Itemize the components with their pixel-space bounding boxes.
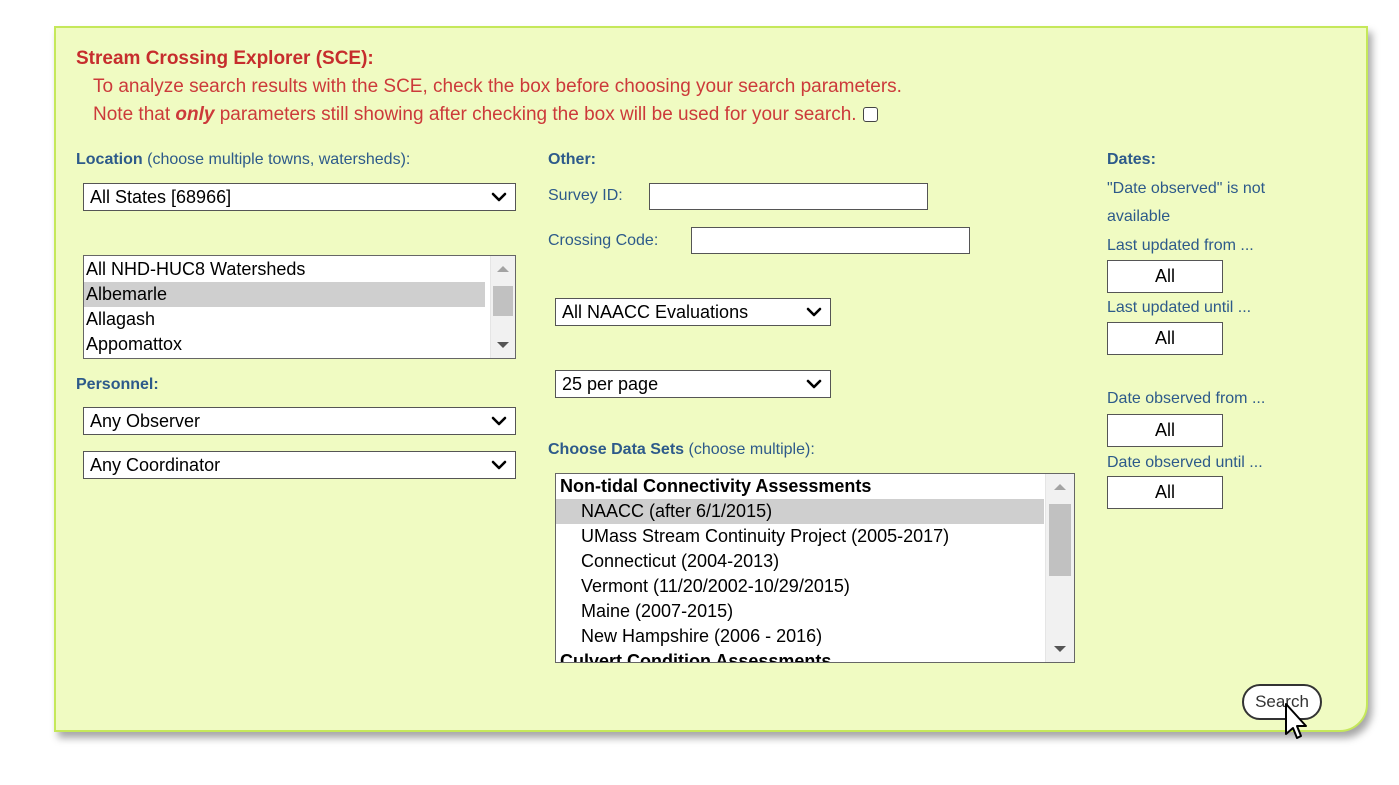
watershed-option[interactable]: All NHD-HUC8 Watersheds (84, 257, 515, 282)
dataset-option[interactable]: Vermont (11/20/2002-10/29/2015) (556, 574, 1074, 599)
personnel-label-text: Personnel: (76, 376, 159, 393)
sce-instruction-line1: To analyze search results with the SCE, … (93, 76, 902, 97)
date-observed-until-label: Date observed until ... (1107, 454, 1263, 471)
dataset-option[interactable]: Connecticut (2004-2013) (556, 549, 1074, 574)
other-label: Other: (548, 151, 596, 169)
personnel-label: Personnel: (76, 376, 159, 394)
watershed-option[interactable]: Appomattox (84, 332, 515, 357)
observer-select-value: Any Observer (90, 410, 201, 431)
other-label-text: Other: (548, 151, 596, 168)
survey-id-input[interactable] (649, 183, 928, 210)
sce-line2-prefix: Note that (93, 104, 176, 125)
date-observed-from-input[interactable]: All (1107, 414, 1223, 447)
dataset-group-header: Culvert Condition Assessments (560, 651, 832, 663)
location-label-strong: Location (76, 151, 143, 168)
crossing-code-input[interactable] (691, 227, 970, 254)
chevron-down-icon (804, 374, 824, 394)
sce-title: Stream Crossing Explorer (SCE): (76, 48, 374, 69)
last-updated-until-label: Last updated until ... (1107, 299, 1252, 316)
observer-select[interactable]: Any Observer (83, 407, 516, 435)
crossing-code-label: Crossing Code: (548, 232, 659, 249)
chevron-down-icon (804, 302, 824, 322)
dataset-option[interactable]: Maine (2007-2015) (556, 599, 1074, 624)
scroll-up-arrow-icon[interactable] (1054, 484, 1066, 490)
dataset-option[interactable]: UMass Stream Continuity Project (2005-20… (556, 524, 1074, 549)
dataset-option[interactable]: New Hampshire (2006 - 2016) (556, 624, 1074, 649)
last-updated-from-input[interactable]: All (1107, 260, 1223, 293)
dataset-group-header: Non-tidal Connectivity Assessments (560, 476, 872, 496)
date-observed-until-input[interactable]: All (1107, 476, 1223, 509)
datasets-scrollbar[interactable] (1045, 474, 1074, 662)
sce-line2-emphasis: only (175, 104, 215, 125)
date-observed-note-line2: available (1107, 208, 1171, 225)
chevron-down-icon (489, 455, 509, 475)
per-page-select-value: 25 per page (562, 373, 659, 394)
state-select[interactable]: All States [68966] (83, 183, 516, 211)
scroll-down-arrow-icon[interactable] (1054, 646, 1066, 652)
datasets-listbox[interactable]: Non-tidal Connectivity Assessments NAACC… (555, 473, 1075, 663)
location-label: Location (choose multiple towns, watersh… (76, 151, 410, 169)
sce-line2-suffix: parameters still showing after checking … (214, 104, 857, 125)
location-hint: (choose multiple towns, watersheds): (142, 151, 411, 168)
coordinator-select[interactable]: Any Coordinator (83, 451, 516, 479)
sce-checkbox[interactable] (862, 107, 878, 122)
watershed-option[interactable]: Allagash (84, 307, 515, 332)
survey-id-label: Survey ID: (548, 187, 623, 204)
last-updated-from-label: Last updated from ... (1107, 237, 1254, 254)
chevron-down-icon (489, 411, 509, 431)
datasets-label: Choose Data Sets (choose multiple): (548, 441, 815, 459)
scrollbar-thumb[interactable] (1049, 504, 1071, 576)
scroll-down-arrow-icon[interactable] (497, 342, 509, 348)
scrollbar-thumb[interactable] (493, 286, 513, 316)
date-observed-from-label: Date observed from ... (1107, 390, 1266, 407)
dates-label-text: Dates: (1107, 151, 1156, 168)
dataset-option-selected[interactable]: NAACC (after 6/1/2015) (556, 499, 1044, 524)
sce-instruction-line2: Note that only parameters still showing … (93, 104, 878, 126)
datasets-label-strong: Choose Data Sets (548, 441, 685, 458)
watershed-listbox[interactable]: All NHD-HUC8 Watersheds Albemarle Allaga… (83, 255, 516, 359)
chevron-down-icon (489, 187, 509, 207)
evaluations-select-value: All NAACC Evaluations (562, 301, 749, 322)
dates-label: Dates: (1107, 151, 1156, 169)
state-select-value: All States [68966] (90, 186, 232, 207)
last-updated-until-input[interactable]: All (1107, 322, 1223, 355)
date-observed-note-line1: "Date observed" is not (1107, 180, 1266, 197)
coordinator-select-value: Any Coordinator (90, 454, 221, 475)
watershed-option-selected[interactable]: Albemarle (84, 282, 485, 307)
mouse-cursor-icon (1285, 703, 1307, 739)
evaluations-select[interactable]: All NAACC Evaluations (555, 298, 831, 326)
watershed-scrollbar[interactable] (490, 256, 515, 358)
per-page-select[interactable]: 25 per page (555, 370, 831, 398)
datasets-hint: (choose multiple): (684, 441, 815, 458)
search-button[interactable]: Search (1242, 684, 1322, 720)
scroll-up-arrow-icon[interactable] (497, 266, 509, 272)
